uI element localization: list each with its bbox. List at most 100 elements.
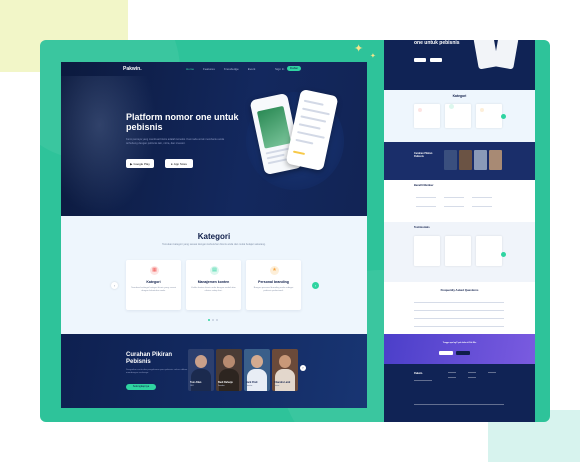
text-placeholder	[303, 99, 324, 106]
person-body	[275, 369, 295, 391]
fullpage-testimonial-next[interactable]	[501, 252, 506, 257]
nav-link-features[interactable]: Features	[203, 67, 215, 71]
fullpage-cta-section: Tunggu apa lagi? yuk daftar di Pak Win	[384, 334, 535, 364]
text-placeholder	[265, 147, 290, 155]
fullpage-faq-section: Frequently Asked Questions	[384, 282, 535, 334]
person-card[interactable]: Tom Allan CEO	[188, 349, 214, 391]
curahan-next-button[interactable]: ›	[300, 365, 306, 371]
faq-item[interactable]	[414, 302, 504, 303]
fullpage-hero: one untuk pebisnis	[384, 40, 535, 90]
benefit-item	[472, 197, 492, 198]
fullpage-benefit-section: Benefit Member	[384, 180, 535, 222]
fullpage-testimonials-title: Testimonials	[414, 226, 430, 229]
fullpage-person-card[interactable]	[444, 150, 457, 170]
logo[interactable]: Pakwin.	[123, 66, 142, 72]
fullpage-phone-mockup	[493, 40, 519, 70]
avatar	[279, 355, 291, 368]
benefit-item	[416, 206, 436, 207]
text-placeholder	[295, 138, 314, 145]
kategori-card-desc: Temukan berbagai kategori bisnis yang se…	[131, 287, 176, 293]
kategori-card-title: Manajemen konten	[197, 280, 230, 284]
footer-link[interactable]	[448, 372, 456, 373]
nav-links: Home Features Knowledge Event	[186, 67, 255, 71]
star-icon: ★	[270, 266, 279, 275]
fullpage-testimonials-section: Testimonials	[384, 222, 535, 282]
benefit-item	[444, 206, 464, 207]
carousel-dot[interactable]	[212, 319, 214, 321]
fullpage-google-play-button[interactable]	[414, 58, 426, 62]
person-name: Chandra Laird	[274, 381, 291, 384]
testimonial-card[interactable]	[445, 236, 471, 266]
kategori-card[interactable]: ▦ Kategori Temukan berbagai kategori bis…	[126, 260, 181, 310]
curahan-title: Curahan Pikiran Pebisnis	[126, 352, 173, 365]
hero-title: Platform nomor one untuk pebisnis	[126, 112, 239, 132]
hero-description: Kami percaya yang membuat bisnis adalah …	[126, 138, 225, 145]
benefit-item	[416, 197, 436, 198]
star-icon	[480, 108, 484, 112]
person-card[interactable]: Jack Pratt Director	[244, 349, 270, 391]
person-card[interactable]: Chandra Laird Owner	[272, 349, 298, 391]
faq-item[interactable]	[414, 318, 504, 319]
benefit-item	[472, 206, 492, 207]
fullpage-app-store-button[interactable]	[430, 58, 442, 62]
signup-button[interactable]: Daftar	[287, 66, 301, 71]
fullpage-carousel-next[interactable]	[501, 114, 506, 119]
avatar	[195, 355, 207, 368]
desktop-mockup: Pakwin. Home Features Knowledge Event Si…	[61, 62, 367, 408]
carousel-prev-button[interactable]: ‹	[111, 282, 118, 289]
fullpage-curahan-title: Curahan Pikiran Pebisnis	[414, 152, 433, 158]
carousel-dot[interactable]	[208, 319, 210, 321]
footer-link[interactable]	[448, 377, 456, 378]
carousel-next-button[interactable]: ›	[312, 282, 319, 289]
google-play-button[interactable]: ▶ Google Play	[126, 159, 154, 168]
faq-item[interactable]	[414, 310, 504, 311]
text-placeholder	[300, 115, 327, 123]
fullpage-person-card[interactable]	[474, 150, 487, 170]
nav-link-home[interactable]: Home	[186, 67, 194, 71]
fullpage-kategori-section: Kategori	[384, 90, 535, 142]
person-body	[219, 369, 239, 391]
fullpage-person-card[interactable]	[459, 150, 472, 170]
text-placeholder	[298, 123, 321, 130]
kategori-card[interactable]: ★ Personal branding Bangun personal bran…	[246, 260, 301, 310]
kategori-title: Kategori	[197, 232, 231, 241]
nav-link-knowledge[interactable]: Knowledge	[224, 67, 239, 71]
app-store-button[interactable]: ● App Store	[165, 159, 193, 168]
person-card[interactable]: Budi Raharjo Founder	[216, 349, 242, 391]
testimonial-card[interactable]	[476, 236, 502, 266]
curahan-description: Dengarkan cerita dan pengalaman para peb…	[126, 369, 188, 375]
person-name: Tom Allan	[190, 381, 202, 384]
fullpage-mockup: one untuk pebisnis Kategori Curahan Piki…	[384, 40, 535, 422]
footer-link[interactable]	[488, 372, 496, 373]
kategori-card-title: Kategori	[146, 280, 161, 284]
fullpage-cta-app-store[interactable]	[456, 351, 470, 355]
fullpage-curahan-section: Curahan Pikiran Pebisnis	[384, 142, 535, 180]
signin-link[interactable]: Sign In	[275, 67, 284, 71]
plant-image	[256, 105, 292, 149]
faq-item[interactable]	[414, 326, 504, 327]
hero-background-person	[61, 76, 157, 216]
kategori-card[interactable]: ▤ Manajemen konten Kelola konten bisnis …	[186, 260, 241, 310]
person-role: Director	[246, 385, 253, 387]
showcase-frame: ✦ ✦ Pakwin. Home Features Knowledge Even…	[40, 40, 550, 422]
fullpage-faq-title: Frequently Asked Questions	[440, 288, 479, 292]
fullpage-cta-google-play[interactable]	[439, 351, 453, 355]
carousel-dot[interactable]	[216, 319, 218, 321]
fullpage-person-card[interactable]	[489, 150, 502, 170]
testimonial-card[interactable]	[414, 236, 440, 266]
person-name: Jack Pratt	[246, 381, 258, 384]
sparkle-icon: ✦	[370, 53, 376, 60]
curahan-cta-button[interactable]: Selengkapnya	[126, 384, 156, 390]
apple-icon: ●	[170, 161, 173, 166]
kategori-card-desc: Bangun personal branding anda sebagai pe…	[253, 287, 294, 293]
text-placeholder	[302, 107, 330, 116]
nav-link-event[interactable]: Event	[248, 67, 256, 71]
footer-link[interactable]	[468, 372, 476, 373]
footer-link[interactable]	[468, 377, 476, 378]
text-placeholder	[297, 131, 325, 139]
document-icon: ▤	[210, 266, 219, 275]
person-body	[247, 369, 267, 391]
person-body	[191, 369, 211, 391]
kategori-subtitle: Temukan kategori yang sesuai dengan kebu…	[162, 243, 266, 246]
footer-divider	[414, 404, 504, 405]
